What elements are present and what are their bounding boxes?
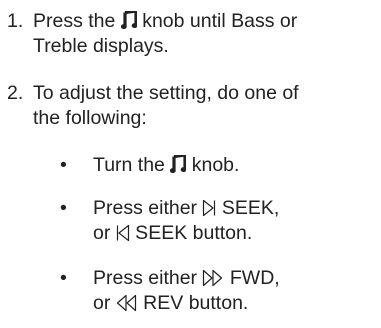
bullet-line: or SEEK button. — [93, 221, 378, 246]
text-segment: Press either — [93, 197, 203, 219]
bullet-line: Press either SEEK, — [93, 196, 378, 221]
bullet-marker: • — [60, 154, 67, 176]
seek-back-icon — [116, 224, 130, 242]
text-segment: Press the — [33, 10, 121, 32]
bullet-text: Press either FWD, or REV button. — [93, 266, 378, 316]
text-segment: knob until Bass or — [136, 10, 298, 32]
bullet-marker: • — [60, 267, 67, 289]
bullet-text: Press either SEEK, or SEEK button. — [93, 196, 378, 246]
step-line: To adjust the setting, do one of — [33, 82, 299, 104]
bullet-line: or REV button. — [93, 291, 378, 316]
bullet-line: Turn the knob. — [93, 153, 378, 178]
step-text: Press the knob until Bass or Treble disp… — [33, 9, 378, 59]
step-number: 1. — [7, 10, 24, 32]
text-segment: REV button. — [137, 292, 249, 314]
step-line: Treble displays. — [33, 35, 169, 57]
instruction-page: 1. Press the knob until Bass or Treble d… — [0, 0, 381, 328]
text-segment: FWD, — [224, 267, 280, 289]
text-segment: Press either — [93, 267, 203, 289]
step-line: Press the knob until Bass or — [33, 9, 378, 34]
bullet-line: Press either FWD, — [93, 266, 378, 291]
text-segment: Turn the — [93, 154, 171, 176]
step-text: To adjust the setting, do one of the fol… — [33, 81, 378, 131]
bullet-text: Turn the knob. — [93, 153, 378, 178]
music-note-icon — [170, 155, 187, 174]
bullet-marker: • — [60, 197, 67, 219]
step-line: the following: — [33, 107, 147, 129]
fast-forward-icon — [202, 269, 224, 287]
seek-forward-icon — [202, 199, 216, 217]
step-number: 2. — [7, 82, 24, 104]
music-note-icon — [120, 11, 137, 30]
text-segment: or — [93, 292, 116, 314]
text-segment: SEEK button. — [129, 222, 253, 244]
text-segment: or — [93, 222, 116, 244]
text-segment: knob. — [186, 154, 240, 176]
rewind-icon — [116, 294, 138, 312]
text-segment: SEEK, — [216, 197, 280, 219]
